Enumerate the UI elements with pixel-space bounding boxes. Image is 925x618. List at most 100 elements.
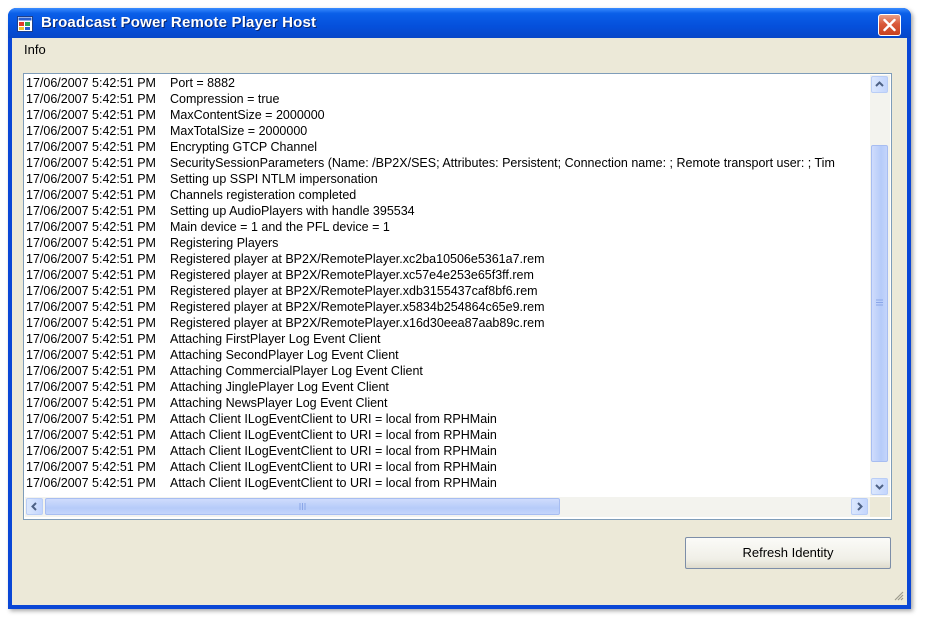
log-row-time: 17/06/2007 5:42:51 PM bbox=[26, 348, 156, 362]
log-row-time: 17/06/2007 5:42:51 PM bbox=[26, 476, 156, 490]
log-row-message: Registered player at BP2X/RemotePlayer.x… bbox=[170, 268, 534, 282]
log-row[interactable]: 17/06/2007 5:42:51 PM Encrypting GTCP Cha… bbox=[26, 139, 868, 155]
log-row-message: Port = 8882 bbox=[170, 76, 235, 90]
log-row-time: 17/06/2007 5:42:51 PM bbox=[26, 460, 156, 474]
log-listbox[interactable]: 17/06/2007 5:42:51 PM Port = 8882 17/06/20… bbox=[23, 73, 892, 520]
scroll-left-button[interactable] bbox=[26, 498, 43, 515]
log-row-time: 17/06/2007 5:42:51 PM bbox=[26, 252, 156, 266]
log-row-message: Registered player at BP2X/RemotePlayer.x… bbox=[170, 316, 545, 330]
horizontal-scroll-thumb[interactable] bbox=[45, 498, 560, 515]
log-row-time: 17/06/2007 5:42:51 PM bbox=[26, 188, 156, 202]
log-row[interactable]: 17/06/2007 5:42:51 PM Registered player a… bbox=[26, 251, 868, 267]
app-window-icon bbox=[17, 16, 33, 32]
log-row[interactable]: 17/06/2007 5:42:51 PM Registered player a… bbox=[26, 315, 868, 331]
log-row-message: Attaching NewsPlayer Log Event Client bbox=[170, 396, 388, 410]
app-window: Broadcast Power Remote Player Host Info … bbox=[8, 8, 911, 609]
log-row[interactable]: 17/06/2007 5:42:51 PM Attach Client ILogE… bbox=[26, 459, 868, 475]
log-row-message: Attach Client ILogEventClient to URI = l… bbox=[170, 412, 497, 426]
log-row-time: 17/06/2007 5:42:51 PM bbox=[26, 284, 156, 298]
log-row-time: 17/06/2007 5:42:51 PM bbox=[26, 124, 156, 138]
log-row-message: Attach Client ILogEventClient to URI = l… bbox=[170, 476, 497, 490]
log-row-time: 17/06/2007 5:42:51 PM bbox=[26, 268, 156, 282]
log-row[interactable]: 17/06/2007 5:42:51 PM Setting up AudioPla… bbox=[26, 203, 868, 219]
scrollbar-corner bbox=[870, 497, 890, 517]
arrow-right-icon bbox=[857, 502, 863, 511]
scroll-down-button[interactable] bbox=[871, 478, 888, 495]
log-row-message: Registered player at BP2X/RemotePlayer.x… bbox=[170, 252, 545, 266]
log-row-time: 17/06/2007 5:42:51 PM bbox=[26, 396, 156, 410]
log-row[interactable]: 17/06/2007 5:42:51 PM Attaching JinglePla… bbox=[26, 379, 868, 395]
log-row-message: Attach Client ILogEventClient to URI = l… bbox=[170, 444, 497, 458]
horizontal-scrollbar[interactable] bbox=[25, 497, 870, 517]
log-row-message: Encrypting GTCP Channel bbox=[170, 140, 318, 154]
log-row-message: MaxContentSize = 2000000 bbox=[170, 108, 325, 122]
log-row-message: Setting up AudioPlayers with handle 3955… bbox=[170, 204, 415, 218]
log-row-message: Registered player at BP2X/RemotePlayer.x… bbox=[170, 300, 545, 314]
log-row-message: Registering Players bbox=[170, 236, 279, 250]
log-row[interactable]: 17/06/2007 5:42:51 PM Attach Client ILogE… bbox=[26, 411, 868, 427]
log-row-time: 17/06/2007 5:42:51 PM bbox=[26, 92, 156, 106]
log-row[interactable]: 17/06/2007 5:42:51 PM Attach Client ILogE… bbox=[26, 475, 868, 491]
log-row[interactable]: 17/06/2007 5:42:51 PM Registered player a… bbox=[26, 267, 868, 283]
log-row-message: Attaching CommercialPlayer Log Event Cli… bbox=[170, 364, 423, 378]
log-row-message: Main device = 1 and the PFL device = 1 bbox=[170, 220, 390, 234]
log-row[interactable]: 17/06/2007 5:42:51 PM Channels registerat… bbox=[26, 187, 868, 203]
log-row[interactable]: 17/06/2007 5:42:51 PM Port = 8882 bbox=[26, 75, 868, 91]
log-row[interactable]: 17/06/2007 5:42:51 PM Setting up SSPI NTL… bbox=[26, 171, 868, 187]
log-row[interactable]: 17/06/2007 5:42:51 PM Registering Players bbox=[26, 235, 868, 251]
log-row-time: 17/06/2007 5:42:51 PM bbox=[26, 204, 156, 218]
log-row-time: 17/06/2007 5:42:51 PM bbox=[26, 332, 156, 346]
log-row-time: 17/06/2007 5:42:51 PM bbox=[26, 412, 156, 426]
refresh-identity-button[interactable]: Refresh Identity bbox=[685, 537, 891, 569]
log-row[interactable]: 17/06/2007 5:42:51 PM Compression = true bbox=[26, 91, 868, 107]
arrow-up-icon bbox=[875, 81, 884, 87]
vertical-scrollbar[interactable] bbox=[870, 75, 890, 496]
log-row[interactable]: 17/06/2007 5:42:51 PM SecuritySessionPara… bbox=[26, 155, 868, 171]
menu-info[interactable]: Info bbox=[24, 42, 46, 57]
close-x-icon bbox=[883, 18, 896, 32]
log-row-message: Setting up SSPI NTLM impersonation bbox=[170, 172, 378, 186]
vertical-scroll-thumb[interactable] bbox=[871, 145, 888, 462]
log-row-message: Attaching FirstPlayer Log Event Client bbox=[170, 332, 381, 346]
log-row-time: 17/06/2007 5:42:51 PM bbox=[26, 444, 156, 458]
scroll-up-button[interactable] bbox=[871, 76, 888, 93]
log-row[interactable]: 17/06/2007 5:42:51 PM Attach Client ILogE… bbox=[26, 427, 868, 443]
log-row-time: 17/06/2007 5:42:51 PM bbox=[26, 300, 156, 314]
log-row-message: SecuritySessionParameters (Name: /BP2X/S… bbox=[170, 156, 835, 170]
log-row-message: Compression = true bbox=[170, 92, 280, 106]
close-button[interactable] bbox=[878, 14, 901, 36]
log-row-time: 17/06/2007 5:42:51 PM bbox=[26, 172, 156, 186]
log-row-time: 17/06/2007 5:42:51 PM bbox=[26, 428, 156, 442]
title-bar[interactable]: Broadcast Power Remote Player Host bbox=[8, 8, 911, 38]
log-row-time: 17/06/2007 5:42:51 PM bbox=[26, 316, 156, 330]
scroll-grip-icon bbox=[299, 503, 306, 510]
log-row[interactable]: 17/06/2007 5:42:51 PM MaxContentSize = 20… bbox=[26, 107, 868, 123]
log-row-message: Attaching JinglePlayer Log Event Client bbox=[170, 380, 389, 394]
log-row-time: 17/06/2007 5:42:51 PM bbox=[26, 76, 156, 90]
log-row[interactable]: 17/06/2007 5:42:51 PM Registered player a… bbox=[26, 299, 868, 315]
log-row-time: 17/06/2007 5:42:51 PM bbox=[26, 380, 156, 394]
log-row[interactable]: 17/06/2007 5:42:51 PM Attaching FirstPlay… bbox=[26, 331, 868, 347]
log-row-message: Attach Client ILogEventClient to URI = l… bbox=[170, 428, 497, 442]
scroll-grip-icon bbox=[876, 299, 883, 306]
log-row[interactable]: 17/06/2007 5:42:51 PM Registered player a… bbox=[26, 283, 868, 299]
log-row-message: MaxTotalSize = 2000000 bbox=[170, 124, 308, 138]
menu-bar: Info bbox=[12, 38, 907, 60]
log-row-message: Channels registeration completed bbox=[170, 188, 357, 202]
size-grip-icon[interactable] bbox=[892, 589, 904, 601]
log-row-time: 17/06/2007 5:42:51 PM bbox=[26, 220, 156, 234]
window-title: Broadcast Power Remote Player Host bbox=[41, 14, 317, 31]
log-row[interactable]: 17/06/2007 5:42:51 PM Main device = 1 and… bbox=[26, 219, 868, 235]
arrow-down-icon bbox=[875, 484, 884, 490]
log-row[interactable]: 17/06/2007 5:42:51 PM Attach Client ILogE… bbox=[26, 443, 868, 459]
log-row-time: 17/06/2007 5:42:51 PM bbox=[26, 156, 156, 170]
log-row-message: Registered player at BP2X/RemotePlayer.x… bbox=[170, 284, 538, 298]
log-row[interactable]: 17/06/2007 5:42:51 PM MaxTotalSize = 2000… bbox=[26, 123, 868, 139]
log-rows: 17/06/2007 5:42:51 PM Port = 8882 17/06/20… bbox=[26, 75, 868, 496]
log-row[interactable]: 17/06/2007 5:42:51 PM Attaching Commercia… bbox=[26, 363, 868, 379]
client-area: Info 17/06/2007 5:42:51 PM Port = 8882 17/… bbox=[12, 38, 907, 605]
log-row[interactable]: 17/06/2007 5:42:51 PM Attaching NewsPlaye… bbox=[26, 395, 868, 411]
scroll-right-button[interactable] bbox=[851, 498, 868, 515]
log-row[interactable]: 17/06/2007 5:42:51 PM Attaching SecondPla… bbox=[26, 347, 868, 363]
arrow-left-icon bbox=[31, 502, 37, 511]
